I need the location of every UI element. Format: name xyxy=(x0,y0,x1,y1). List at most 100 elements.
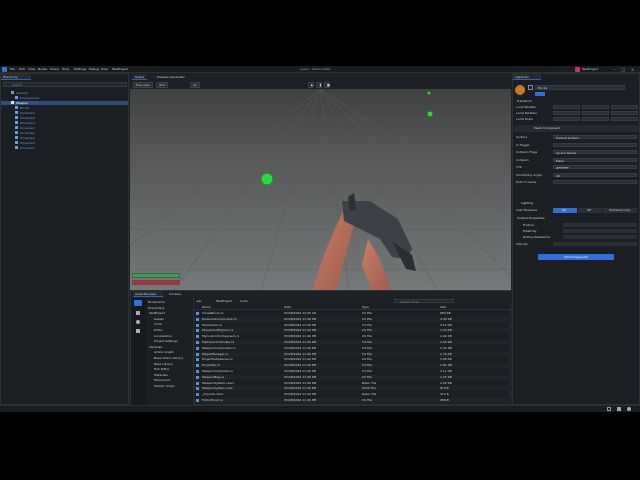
transform-axis-field[interactable] xyxy=(553,117,580,121)
hierarchy-row[interactable]: Weapon xyxy=(1,101,128,105)
folder-tree-item[interactable]: TestProject xyxy=(149,311,165,315)
col-type[interactable]: Type xyxy=(362,305,369,309)
component-field-value[interactable] xyxy=(553,180,637,184)
file-row[interactable]: WeaponBag.cs 05/28/2024 11:40 PM CS File 1.… xyxy=(194,374,512,380)
cast-shadows-only[interactable]: Shadows Only xyxy=(603,208,637,213)
hierarchy-row[interactable]: Unnamed xyxy=(1,131,128,135)
file-row[interactable]: WeaponComponent.cs 05/28/2024 11:40 PM CS … xyxy=(194,346,512,351)
status-user-icon[interactable] xyxy=(627,407,631,411)
transform-axis-field[interactable] xyxy=(611,117,638,121)
folder-tree-item[interactable]: Assets xyxy=(154,317,164,321)
play-button[interactable]: ▶ xyxy=(308,82,314,88)
folder-tree-item[interactable]: Base Addon Library xyxy=(154,356,183,360)
elasticity-slider[interactable] xyxy=(563,229,637,233)
file-row[interactable]: DistanceComponent.cs 05/28/2024 11:40 PM C… xyxy=(194,316,512,322)
tab-inspector[interactable]: Inspector xyxy=(513,74,541,80)
file-row[interactable]: Projectile.cs 05/28/2024 11:40 PM CS File 1… xyxy=(194,363,512,369)
col-size[interactable]: Size xyxy=(440,305,446,309)
velocity-field[interactable] xyxy=(553,242,637,246)
breadcrumb-current[interactable]: Code xyxy=(240,299,248,303)
hierarchy-row[interactable]: Camera xyxy=(1,91,128,95)
rolling-resistance-slider[interactable] xyxy=(563,235,637,239)
status-gear-icon[interactable] xyxy=(617,407,621,411)
enabled-checkbox[interactable] xyxy=(528,85,533,90)
cast-shadows-off[interactable]: Off xyxy=(578,208,602,213)
add-component-button[interactable]: Add Component xyxy=(538,254,614,260)
game-view[interactable] xyxy=(130,89,511,295)
status-network-icon[interactable] xyxy=(607,407,611,411)
cast-shadows-on[interactable]: On xyxy=(553,208,577,213)
free-cam-dropdown[interactable]: Free Cam xyxy=(133,82,154,88)
folder-tree-item[interactable]: Libraries xyxy=(149,345,162,349)
folder-tree-item[interactable]: Base Library xyxy=(154,362,173,366)
transform-axis-field[interactable] xyxy=(611,111,638,115)
menu-tools[interactable]: Tools xyxy=(62,67,69,71)
folder-tree-item[interactable]: Everything xyxy=(148,306,164,310)
menu-project[interactable]: TestProject xyxy=(112,67,128,71)
transform-axis-field[interactable] xyxy=(582,105,609,109)
transform-axis-field[interactable] xyxy=(553,111,580,115)
hierarchy-row[interactable]: Unnamed xyxy=(1,146,128,150)
hierarchy-row[interactable]: Unnamed xyxy=(1,111,128,115)
tab-preview-generator[interactable]: Preview Generator xyxy=(154,74,188,80)
hierarchy-row[interactable]: Bricks xyxy=(1,106,128,110)
maximize-icon[interactable]: □ xyxy=(621,67,626,72)
folder-tree-item[interactable]: Editor xyxy=(154,328,163,332)
transform-axis-field[interactable] xyxy=(582,111,609,115)
hierarchy-row[interactable]: Unnamed xyxy=(1,126,128,130)
component-field-value[interactable] xyxy=(553,142,637,147)
minimize-icon[interactable]: – xyxy=(612,67,617,72)
file-row[interactable]: WeaponController.cs 05/28/2024 11:40 PM CS… xyxy=(194,369,512,374)
transform-header[interactable]: Transform xyxy=(517,99,532,103)
folder-tree-item[interactable]: Shader Graph xyxy=(154,384,175,388)
component-field-value[interactable]: Mesh xyxy=(553,157,637,163)
tab-hierarchy[interactable]: Hierarchy xyxy=(1,74,31,80)
file-row[interactable]: WeaponSystem.scss 05/28/2024 11:40 PM SCSS… xyxy=(194,386,512,392)
hierarchy-search[interactable]: Search xyxy=(3,82,127,87)
menu-settings[interactable]: Settings xyxy=(74,67,86,71)
grid-toggle[interactable]: Grid xyxy=(156,82,169,88)
asset-cloud-icon[interactable] xyxy=(136,311,140,315)
menu-scene[interactable]: Scene xyxy=(50,67,59,71)
breadcrumb-root[interactable]: TestProject xyxy=(216,299,232,303)
file-row[interactable]: PlayerManager.cs 05/28/2024 11:40 PM CS Fi… xyxy=(194,351,512,357)
menu-help[interactable]: Help xyxy=(101,67,108,71)
tag-chip[interactable] xyxy=(535,92,545,96)
hierarchy-row[interactable]: Unnamed xyxy=(1,121,128,125)
file-row[interactable]: EditorHook.cs 05/28/2024 11:40 PM CS File 9… xyxy=(194,398,512,403)
folder-tree-item[interactable]: Action Graph xyxy=(154,350,174,354)
stop-button[interactable]: ■ xyxy=(324,82,330,88)
file-row[interactable]: ProjectileSpawner.cs 05/28/2024 11:40 PM C… xyxy=(194,357,512,362)
folder-tree-item[interactable]: Bookmarks xyxy=(148,300,165,304)
transform-axis-field[interactable] xyxy=(611,105,638,109)
folder-tree-item[interactable]: Code xyxy=(154,322,162,326)
file-row[interactable]: _Imports.razor 05/28/2024 11:40 PM Razor F… xyxy=(194,392,512,397)
transform-axis-field[interactable] xyxy=(553,105,580,109)
asset-user-icon[interactable] xyxy=(136,320,140,324)
tab-scene[interactable]: Scene xyxy=(132,74,148,80)
close-icon[interactable]: × xyxy=(630,67,635,72)
col-date[interactable]: Date xyxy=(284,305,291,309)
surface-properties-header[interactable]: Surface Properties xyxy=(517,216,545,220)
asset-library-icon[interactable] xyxy=(136,329,140,333)
hierarchy-row[interactable]: Unnamed xyxy=(1,141,128,145)
file-row[interactable]: WeaponSystem.razor 05/28/2024 11:40 PM Raz… xyxy=(194,381,512,386)
component-field-value[interactable]: Ignore Traces xyxy=(553,150,637,155)
menu-view[interactable]: View xyxy=(28,67,35,71)
hierarchy-row[interactable]: Environment xyxy=(1,96,128,100)
component-header[interactable]: Mesh Component xyxy=(514,125,639,132)
component-field-value[interactable]: #FFFFFF xyxy=(553,165,637,170)
object-name-field[interactable]: Bricks xyxy=(535,85,625,90)
component-field-value[interactable]: Default surface xyxy=(553,135,637,140)
transform-axis-field[interactable] xyxy=(582,117,609,121)
file-row[interactable]: MyCustomComponent.cs 05/28/2024 11:40 PM C… xyxy=(194,334,512,339)
lit-dropdown[interactable]: Lit xyxy=(190,82,200,88)
menu-debug[interactable]: Debug xyxy=(89,67,99,71)
file-row[interactable]: MovementPhysics.cs 05/28/2024 11:40 PM CS … xyxy=(194,328,512,334)
folder-tree-item[interactable]: Materials xyxy=(154,373,168,377)
pause-button[interactable]: ❚ xyxy=(316,82,322,88)
file-row[interactable]: ChaseBlock.cs 05/28/2024 12:35 AM CS File 6… xyxy=(194,311,512,316)
hierarchy-row[interactable]: Unnamed xyxy=(1,116,128,120)
component-field-value[interactable]: 40 xyxy=(553,172,637,178)
folder-tree-item[interactable]: Project Settings xyxy=(154,339,178,343)
